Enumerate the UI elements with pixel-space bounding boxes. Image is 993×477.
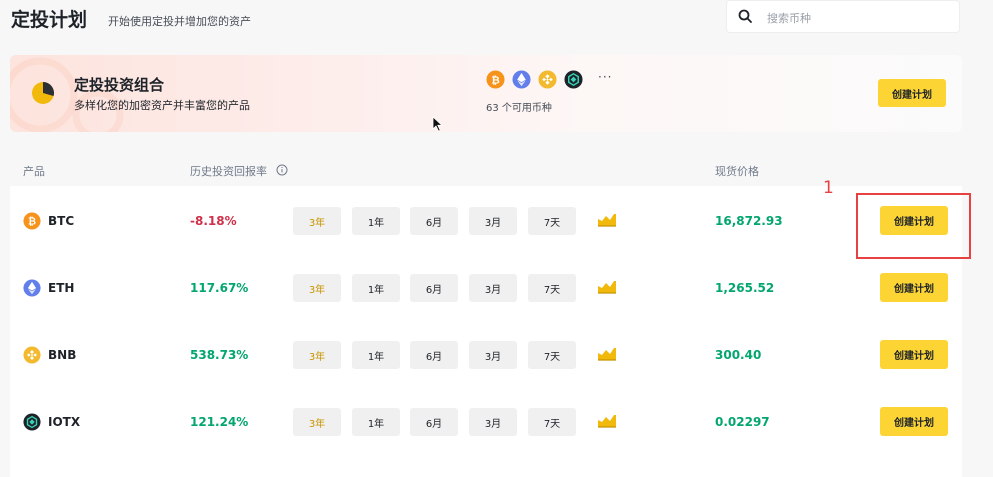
roi-value: 117.67%	[190, 281, 249, 295]
area-chart-icon[interactable]	[597, 412, 617, 428]
period-3y-button[interactable]: 3年	[293, 408, 341, 436]
period-1y-button[interactable]: 1年	[352, 341, 400, 369]
period-7d-button[interactable]: 7天	[528, 207, 576, 235]
coin-symbol: IOTX	[48, 415, 81, 429]
roi-value: 121.24%	[190, 415, 249, 429]
info-icon[interactable]	[276, 164, 288, 176]
iotx-icon	[23, 413, 41, 431]
create-portfolio-plan-button[interactable]: 创建计划	[878, 79, 946, 107]
mouse-cursor-icon	[432, 116, 444, 132]
spot-price: 0.02297	[715, 415, 770, 429]
spot-price: 1,265.52	[715, 281, 775, 295]
spot-price: 16,872.93	[715, 214, 783, 228]
period-3y-button[interactable]: 3年	[293, 274, 341, 302]
spot-price: 300.40	[715, 348, 762, 362]
roi-value: -8.18%	[190, 214, 237, 228]
period-3m-button[interactable]: 3月	[469, 341, 517, 369]
period-7d-button[interactable]: 7天	[528, 408, 576, 436]
coin-symbol: ETH	[48, 281, 75, 295]
roi-value: 538.73%	[190, 348, 249, 362]
period-3y-button[interactable]: 3年	[293, 341, 341, 369]
period-6m-button[interactable]: 6月	[410, 207, 458, 235]
period-6m-button[interactable]: 6月	[410, 408, 458, 436]
table-row: ₿ BTC -8.18% 3年 1年 6月 3月 7天 16,872.93 创建…	[10, 186, 962, 253]
period-1y-button[interactable]: 1年	[352, 207, 400, 235]
banner-title: 定投投资组合	[74, 76, 165, 94]
portfolio-pie-icon	[32, 81, 55, 104]
svg-text:₿: ₿	[28, 217, 36, 228]
page-header: 定投计划 开始使用定投并增加您的资产	[0, 0, 993, 40]
table-row: BNB 538.73% 3年 1年 6月 3月 7天 300.40 创建计划	[10, 320, 962, 387]
area-chart-icon[interactable]	[597, 278, 617, 294]
period-3m-button[interactable]: 3月	[469, 274, 517, 302]
period-3m-button[interactable]: 3月	[469, 408, 517, 436]
table-header: 产品 历史投资回报率 现货价格	[0, 158, 993, 182]
available-coins-count: 63 个可用币种	[486, 103, 552, 114]
create-plan-button[interactable]: 创建计划	[880, 407, 948, 436]
btc-icon: ₿	[23, 212, 41, 230]
period-7d-button[interactable]: 7天	[528, 341, 576, 369]
svg-text:₿: ₿	[491, 74, 500, 86]
create-plan-button[interactable]: 创建计划	[880, 273, 948, 302]
page-title: 定投计划	[11, 9, 88, 31]
period-3m-button[interactable]: 3月	[469, 207, 517, 235]
plan-table: ₿ BTC -8.18% 3年 1年 6月 3月 7天 16,872.93 创建…	[10, 186, 962, 477]
period-6m-button[interactable]: 6月	[410, 274, 458, 302]
column-header-price: 现货价格	[715, 165, 759, 178]
eth-icon	[512, 70, 531, 89]
period-1y-button[interactable]: 1年	[352, 408, 400, 436]
table-row: ETH 117.67% 3年 1年 6月 3月 7天 1,265.52 创建计划	[10, 253, 962, 320]
iotx-icon	[564, 70, 583, 89]
search-icon	[738, 9, 752, 23]
banner-subtitle: 多样化您的加密资产并丰富您的产品	[74, 99, 250, 112]
more-coins-indicator: ···	[598, 70, 613, 84]
column-header-product: 产品	[23, 165, 45, 178]
btc-icon: ₿	[486, 70, 505, 89]
eth-icon	[23, 279, 41, 297]
annotation-highlight-box	[856, 193, 971, 259]
page-subtitle: 开始使用定投并增加您的资产	[108, 15, 251, 28]
area-chart-icon[interactable]	[597, 211, 617, 227]
annotation-number: 1	[823, 178, 834, 198]
bnb-icon	[23, 346, 41, 364]
search-box[interactable]	[726, 0, 960, 33]
search-input[interactable]	[765, 7, 949, 29]
period-3y-button[interactable]: 3年	[293, 207, 341, 235]
period-7d-button[interactable]: 7天	[528, 274, 576, 302]
period-6m-button[interactable]: 6月	[410, 341, 458, 369]
area-chart-icon[interactable]	[597, 345, 617, 361]
coin-symbol: BNB	[48, 348, 77, 362]
table-row: IOTX 121.24% 3年 1年 6月 3月 7天 0.02297 创建计划	[10, 387, 962, 454]
create-plan-button[interactable]: 创建计划	[880, 340, 948, 369]
column-header-roi: 历史投资回报率	[190, 165, 267, 178]
coin-symbol: BTC	[48, 214, 75, 228]
portfolio-banner: 定投投资组合 多样化您的加密资产并丰富您的产品 ₿ ··· 63 个可用币种 创…	[10, 55, 962, 132]
period-1y-button[interactable]: 1年	[352, 274, 400, 302]
bnb-icon	[538, 70, 557, 89]
